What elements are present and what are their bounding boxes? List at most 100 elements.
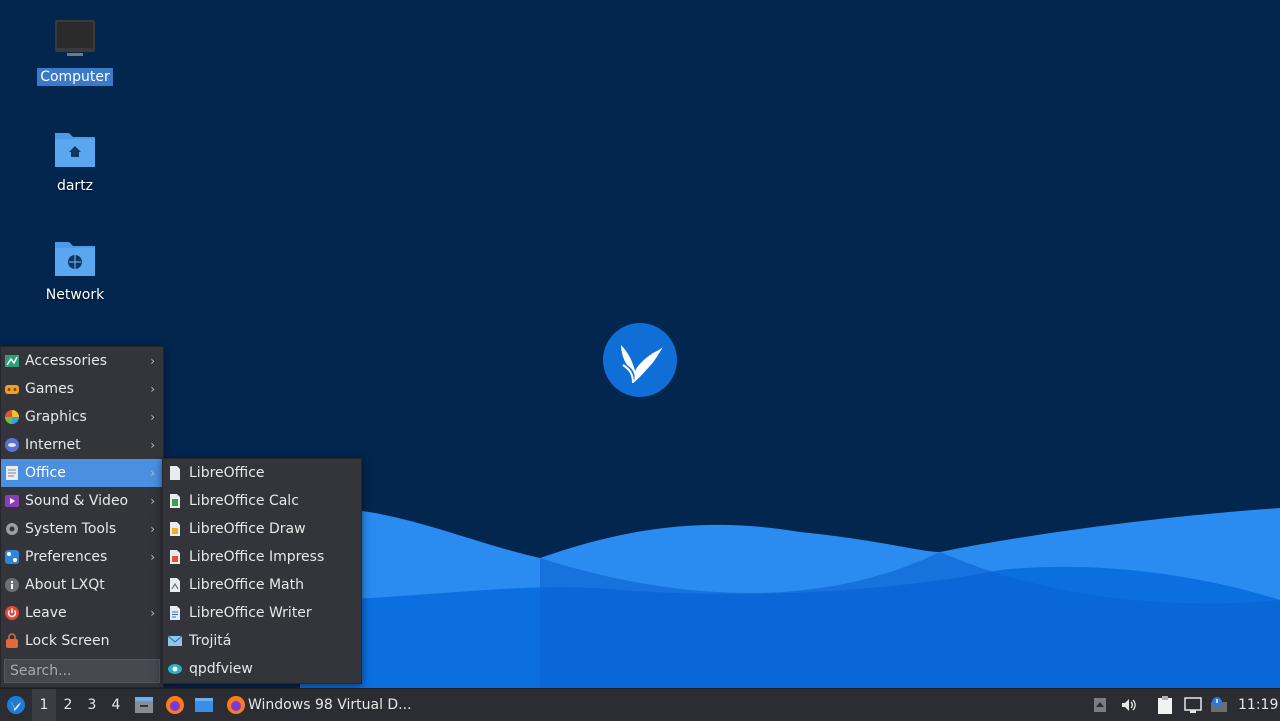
taskbar: 1 2 3 4 Windows 98 Virtual D... 11:19: [0, 688, 1280, 721]
chevron-right-icon: ›: [150, 354, 155, 368]
volume-control[interactable]: [1118, 689, 1140, 721]
menu-item-label: Lock Screen: [25, 633, 110, 649]
desktop-icon: [195, 698, 213, 712]
menu-item-system-tools[interactable]: System Tools ›: [1, 515, 163, 543]
notification-tray[interactable]: [1208, 689, 1230, 721]
main-menu-button[interactable]: [2, 689, 30, 721]
taskbar-window-button[interactable]: Windows 98 Virtual D...: [222, 689, 428, 721]
workspace-1[interactable]: 1: [32, 689, 56, 721]
menu-item-label: Accessories: [25, 353, 108, 369]
update-notifier-icon: [1211, 697, 1227, 712]
start-menu: Accessories › Games › Graphics › Interne…: [0, 346, 164, 688]
chevron-right-icon: ›: [150, 606, 155, 620]
firefox-icon: [166, 696, 184, 714]
arrow-up-icon: [1094, 698, 1106, 712]
mail-icon: [167, 635, 183, 646]
office-submenu: LibreOffice LibreOffice Calc LibreOffice…: [162, 458, 362, 684]
show-desktop-button[interactable]: [192, 689, 216, 721]
file-manager-launcher[interactable]: [132, 689, 156, 721]
menu-item-label: System Tools: [25, 521, 117, 537]
chevron-right-icon: ›: [150, 494, 155, 508]
menu-item-lock-screen[interactable]: Lock Screen: [1, 627, 163, 655]
desktop-icon-label: dartz: [56, 178, 94, 194]
computer-icon: [55, 20, 95, 56]
menu-item-label: Office: [25, 465, 66, 481]
menu-item-about-lxqt[interactable]: About LXQt: [1, 571, 163, 599]
lubuntu-start-icon: [7, 696, 25, 714]
menu-item-accessories[interactable]: Accessories ›: [1, 347, 163, 375]
lubuntu-logo: [603, 323, 677, 397]
firefox-icon: [227, 696, 245, 714]
tray-up-arrow[interactable]: [1090, 689, 1110, 721]
volume-icon: [1122, 699, 1136, 711]
power-icon: [5, 606, 19, 620]
lock-icon: [6, 633, 18, 648]
office-icon: [6, 466, 18, 480]
workspace-3[interactable]: 3: [80, 689, 104, 721]
libreoffice-icon: [170, 466, 180, 480]
menu-item-label: LibreOffice Calc: [189, 493, 299, 509]
menu-item-label: LibreOffice Writer: [189, 605, 312, 621]
network-tray[interactable]: [1182, 689, 1204, 721]
workspace-4[interactable]: 4: [104, 689, 128, 721]
libreoffice-writer-icon: [170, 606, 180, 620]
network-icon: [1184, 697, 1202, 713]
chevron-right-icon: ›: [150, 522, 155, 536]
menu-item-libreoffice[interactable]: LibreOffice: [163, 459, 361, 487]
menu-item-trojita[interactable]: Trojitá: [163, 627, 361, 655]
menu-item-libreoffice-math[interactable]: LibreOffice Math: [163, 571, 361, 599]
clock[interactable]: 11:19: [1238, 689, 1278, 721]
home-folder-icon: [55, 133, 95, 167]
desktop-icon-computer[interactable]: Computer: [37, 18, 113, 86]
chevron-right-icon: ›: [150, 550, 155, 564]
clipboard-tray[interactable]: [1154, 689, 1176, 721]
menu-item-preferences[interactable]: Preferences ›: [1, 543, 163, 571]
pdf-viewer-icon: [168, 664, 182, 674]
menu-search-input[interactable]: [4, 659, 160, 683]
menu-item-graphics[interactable]: Graphics ›: [1, 403, 163, 431]
menu-item-libreoffice-calc[interactable]: LibreOffice Calc: [163, 487, 361, 515]
libreoffice-draw-icon: [170, 522, 180, 536]
menu-item-label: Preferences: [25, 549, 108, 565]
desktop-icon-label: Network: [45, 287, 105, 303]
libreoffice-calc-icon: [170, 494, 180, 508]
menu-item-label: Sound & Video: [25, 493, 129, 509]
menu-item-libreoffice-impress[interactable]: LibreOffice Impress: [163, 543, 361, 571]
preferences-icon: [5, 550, 19, 564]
file-manager-icon: [135, 697, 153, 713]
system-tools-icon: [6, 523, 18, 535]
menu-item-label: LibreOffice Impress: [189, 549, 325, 565]
sound-video-icon: [5, 495, 19, 507]
menu-item-libreoffice-draw[interactable]: LibreOffice Draw: [163, 515, 361, 543]
menu-item-label: LibreOffice Math: [189, 577, 304, 593]
menu-item-leave[interactable]: Leave ›: [1, 599, 163, 627]
menu-item-qpdfview[interactable]: qpdfview: [163, 655, 361, 683]
chevron-right-icon: ›: [150, 438, 155, 452]
desktop-icon-label: Computer: [37, 68, 113, 86]
menu-item-label: About LXQt: [25, 577, 105, 593]
graphics-icon: [5, 410, 19, 424]
menu-item-label: qpdfview: [189, 661, 253, 677]
accessories-icon: [5, 355, 19, 367]
clipboard-icon: [1158, 696, 1172, 714]
menu-item-label: Graphics: [25, 409, 87, 425]
window-title: Windows 98 Virtual D...: [248, 697, 412, 713]
menu-item-sound-video[interactable]: Sound & Video ›: [1, 487, 163, 515]
chevron-right-icon: ›: [150, 466, 155, 480]
menu-item-label: Internet: [25, 437, 81, 453]
info-icon: [5, 578, 19, 592]
menu-item-label: Trojitá: [189, 633, 232, 649]
menu-item-office[interactable]: Office ›: [1, 459, 163, 487]
libreoffice-math-icon: [170, 578, 180, 592]
chevron-right-icon: ›: [150, 410, 155, 424]
desktop-icon-network[interactable]: Network: [37, 236, 113, 304]
menu-item-games[interactable]: Games ›: [1, 375, 163, 403]
firefox-launcher[interactable]: [162, 689, 188, 721]
menu-item-internet[interactable]: Internet ›: [1, 431, 163, 459]
desktop-icon-dartz[interactable]: dartz: [37, 127, 113, 195]
menu-item-label: Leave: [25, 605, 67, 621]
menu-item-libreoffice-writer[interactable]: LibreOffice Writer: [163, 599, 361, 627]
network-folder-icon: [55, 242, 95, 276]
internet-icon: [5, 438, 19, 452]
workspace-2[interactable]: 2: [56, 689, 80, 721]
